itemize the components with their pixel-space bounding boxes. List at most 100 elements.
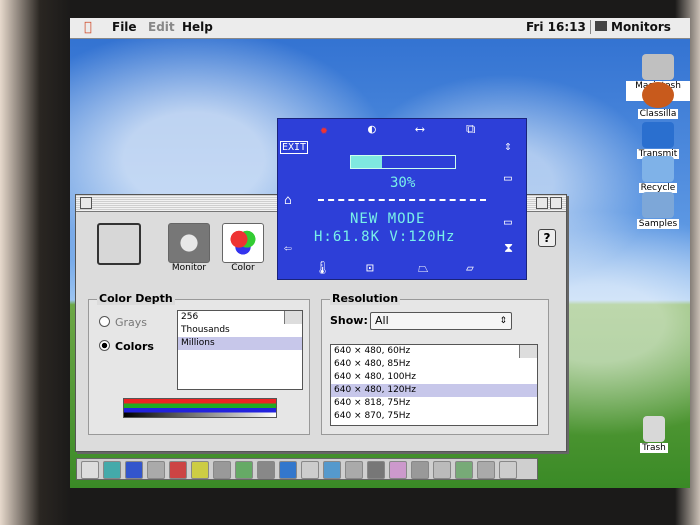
control-strip-module[interactable] [213, 461, 231, 479]
control-strip-module[interactable] [345, 461, 363, 479]
desktop-icon-classilla[interactable]: Classilla [626, 82, 690, 119]
exit-icon: EXIT [280, 141, 309, 154]
monitor-osd: ✹ ◐ ⟷ ⧉ EXIT ⇕ ▭ ⌂ ▭ ⇦ ⧗ 🌡 ⊡ ⏢ ▱ 30% NEW… [277, 118, 527, 280]
color-depth-title: Color Depth [97, 292, 175, 305]
list-item[interactable]: 640 × 818, 75Hz [331, 397, 537, 410]
menu-bar:  File Edit Help Fri 16:13 Monitors [70, 18, 690, 39]
recall-icon: ⌂ [284, 193, 292, 208]
control-strip-module[interactable] [389, 461, 407, 479]
parallelogram-icon: ▱ [466, 261, 474, 276]
collapse-box[interactable] [550, 197, 562, 209]
list-item[interactable]: Thousands [178, 324, 302, 337]
screen:  File Edit Help Fri 16:13 Monitors Maci… [70, 18, 690, 488]
menu-help[interactable]: Help [182, 20, 213, 34]
list-scrollbar[interactable] [284, 311, 302, 324]
control-strip-module[interactable] [477, 461, 495, 479]
resolution-group: Resolution Show: All ⇕ 640 × 480, 60Hz 6… [321, 292, 549, 435]
list-item[interactable]: 640 × 480, 60Hz [331, 345, 537, 358]
zoom-box[interactable] [536, 197, 548, 209]
icon-label: Monitor [171, 263, 207, 273]
grays-radio[interactable]: Grays [99, 316, 147, 329]
contrast-icon: ◐ [368, 122, 376, 137]
desktop-icon-trash[interactable]: Trash [622, 416, 686, 453]
osd-frequency: H:61.8K V:120Hz [314, 229, 456, 245]
desktop-icon-transmit[interactable]: Transmit [626, 122, 690, 159]
color-temp-icon: 🌡 [314, 261, 331, 276]
classilla-icon [642, 82, 674, 108]
list-item-selected[interactable]: 640 × 480, 120Hz [331, 384, 537, 397]
color-depth-list[interactable]: 256 Thousands Millions [177, 310, 303, 390]
control-strip-module[interactable] [191, 461, 209, 479]
show-select[interactable]: All ⇕ [370, 312, 512, 330]
desktop-icon-label: Samples [636, 219, 680, 229]
pincushion-icon: ▭ [504, 215, 512, 230]
osd-progress-fill [351, 156, 383, 168]
control-strip-module[interactable] [367, 461, 385, 479]
monitor-button[interactable]: Monitor [164, 223, 214, 273]
color-button[interactable]: Color [218, 223, 268, 273]
list-item[interactable]: 640 × 480, 85Hz [331, 358, 537, 371]
color-wheel-icon [222, 223, 264, 263]
osd-progress-bar [350, 155, 456, 169]
desktop-icon-label: Trash [640, 443, 668, 453]
menu-file[interactable]: File [112, 20, 137, 34]
apple-menu-icon[interactable]:  [84, 20, 92, 35]
sun-icon: ✹ [320, 123, 328, 138]
resolution-list[interactable]: 640 × 480, 60Hz 640 × 480, 85Hz 640 × 48… [330, 344, 538, 426]
recycle-bin-icon [642, 156, 674, 182]
osd-mode: NEW MODE [350, 211, 426, 227]
radio-button[interactable] [99, 316, 110, 327]
chevron-updown-icon: ⇕ [499, 316, 507, 326]
control-strip-module[interactable] [323, 461, 341, 479]
list-item[interactable]: 640 × 870, 75Hz [331, 410, 537, 423]
application-menu[interactable]: Monitors [590, 20, 685, 34]
trapezoid-icon: ⏢ [418, 261, 429, 276]
application-name: Monitors [611, 20, 671, 34]
icon-label: Color [231, 263, 255, 273]
control-strip-module[interactable] [499, 461, 517, 479]
resolution-title: Resolution [330, 292, 401, 305]
osd-divider [318, 199, 486, 201]
control-strip-module[interactable] [147, 461, 165, 479]
control-strip-module[interactable] [433, 461, 451, 479]
input-icon: ⇦ [284, 241, 292, 256]
desktop-icon-recycle[interactable]: Recycle [626, 156, 690, 193]
list-item[interactable]: 640 × 480, 100Hz [331, 371, 537, 384]
list-scrollbar[interactable] [519, 345, 537, 358]
desktop-icon-samples[interactable]: Samples [626, 192, 690, 229]
moire-icon: ⊡ [366, 261, 374, 276]
control-strip-module[interactable] [103, 461, 121, 479]
control-strip [76, 458, 538, 480]
vertical-size-icon: ⇕ [504, 139, 512, 154]
degauss-icon: ▭ [504, 171, 512, 186]
monitor-main-icon [97, 223, 141, 265]
monitor-app-icon [595, 21, 607, 31]
list-item-selected[interactable]: Millions [178, 337, 302, 350]
radio-button[interactable] [99, 340, 110, 351]
hard-disk-icon [642, 54, 674, 80]
radio-label: Colors [115, 340, 154, 353]
osd-percent: 30% [390, 175, 416, 191]
control-strip-module[interactable] [257, 461, 275, 479]
control-strip-module[interactable] [455, 461, 473, 479]
show-label: Show: [330, 314, 368, 327]
clock[interactable]: Fri 16:13 [526, 20, 586, 34]
colors-radio[interactable]: Colors [99, 340, 154, 353]
control-strip-module[interactable] [279, 461, 297, 479]
keystone-icon: ⧗ [504, 241, 514, 256]
radio-label: Grays [115, 316, 148, 329]
brightness-icon [168, 223, 210, 263]
help-button[interactable]: ? [538, 229, 556, 247]
menu-edit[interactable]: Edit [148, 20, 175, 34]
monitor-main-button[interactable] [94, 223, 144, 265]
folder-icon [642, 192, 674, 218]
control-strip-module[interactable] [125, 461, 143, 479]
horizontal-size-icon: ⟷ [416, 122, 424, 137]
control-strip-module[interactable] [411, 461, 429, 479]
control-strip-module[interactable] [169, 461, 187, 479]
control-strip-module[interactable] [301, 461, 319, 479]
desktop-icon-label: Classilla [637, 109, 679, 119]
control-strip-module[interactable] [81, 461, 99, 479]
control-strip-module[interactable] [235, 461, 253, 479]
close-box[interactable] [80, 197, 92, 209]
